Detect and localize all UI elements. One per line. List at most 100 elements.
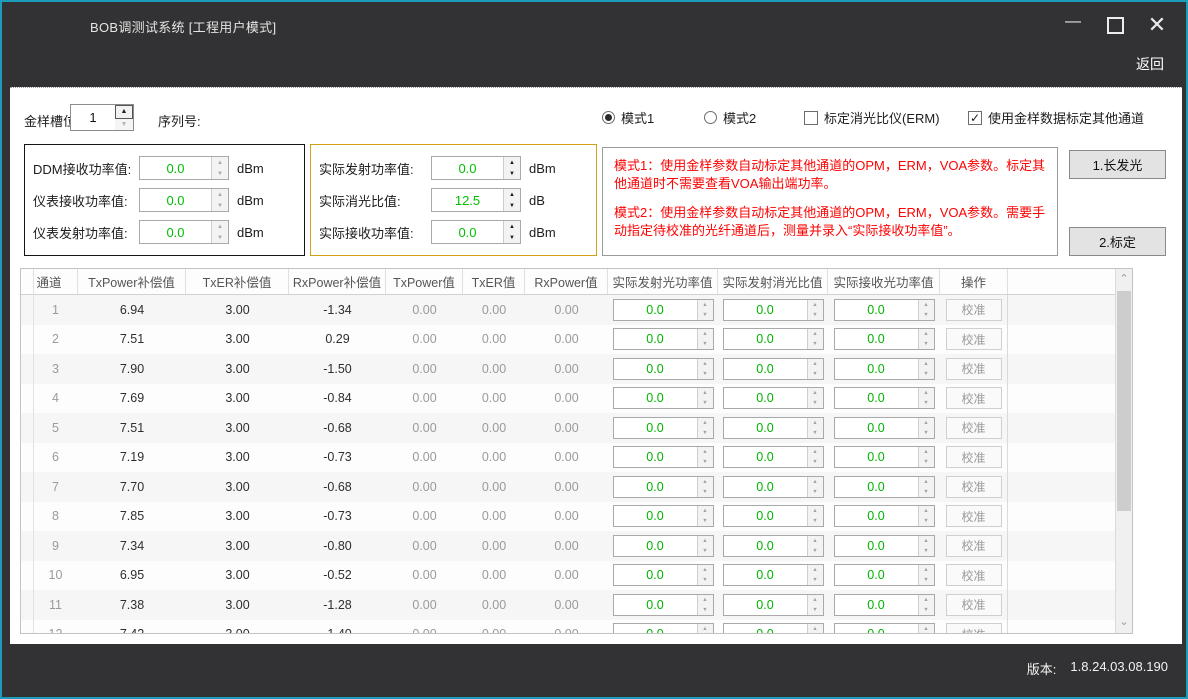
maximize-button[interactable] [1102,12,1128,38]
back-link[interactable]: 返回 [1136,54,1164,74]
minimize-button[interactable]: — [1060,12,1086,38]
actual-er-spinner[interactable]: 0.0▲▼ [723,564,824,586]
row-calibrate-button[interactable]: 校准 [946,505,1002,527]
row-calibrate-button[interactable]: 校准 [946,623,1002,633]
spinner-arrows-icon[interactable]: ▲▼ [918,329,934,349]
spinner-arrows-icon[interactable]: ▲▼ [918,624,934,633]
spinner-arrows-icon[interactable]: ▲▼ [807,477,823,497]
spinner-arrows-icon[interactable]: ▲▼ [697,624,713,633]
actual-tx-power-spinner[interactable]: 0.0▲▼ [613,535,714,557]
table-header-cell[interactable]: 操作 [940,269,1008,294]
spinner-arrows-icon[interactable]: ▲▼ [918,595,934,615]
actual-er-spinner[interactable]: 0.0▲▼ [723,505,824,527]
spinner-arrows-icon[interactable]: ▲▼ [807,447,823,467]
slot-spinner-up-icon[interactable]: ▲ [115,105,133,119]
spinner-arrows-icon[interactable]: ▲▼ [211,189,228,211]
spinner-arrows-icon[interactable]: ▲▼ [918,536,934,556]
actual-tx-power-spinner[interactable]: 0.0▲▼ [613,417,714,439]
table-header-cell[interactable]: RxPower补偿值 [289,269,386,294]
spinner-arrows-icon[interactable]: ▲▼ [697,447,713,467]
actual-rx-power-spinner[interactable]: 0.0▲▼ [834,387,935,409]
long-light-button[interactable]: 1.长发光 [1069,150,1166,179]
erm-calibrate-checkbox[interactable]: 标定消光比仪(ERM) [804,108,940,127]
actual-rx-power-spinner[interactable]: 0.0▲▼ [834,535,935,557]
spinner-arrows-icon[interactable]: ▲▼ [918,418,934,438]
table-header-cell[interactable]: TxPower补偿值 [78,269,186,294]
actual-er-spinner[interactable]: 0.0▲▼ [723,387,824,409]
row-calibrate-button[interactable]: 校准 [946,564,1002,586]
actual-rx-power-spinner[interactable]: 0.0▲▼ [834,564,935,586]
spinner-arrows-icon[interactable]: ▲▼ [807,536,823,556]
meter-tx-power-spinner[interactable]: 0.0 ▲▼ [139,220,229,244]
spinner-arrows-icon[interactable]: ▲▼ [807,595,823,615]
scrollbar-thumb[interactable] [1117,291,1131,511]
spinner-arrows-icon[interactable]: ▲▼ [697,477,713,497]
spinner-arrows-icon[interactable]: ▲▼ [918,565,934,585]
actual-rx-power-spinner[interactable]: 0.0▲▼ [834,328,935,350]
actual-tx-power-spinner[interactable]: 0.0▲▼ [613,594,714,616]
table-header-cell[interactable]: TxER补偿值 [186,269,289,294]
spinner-arrows-icon[interactable]: ▲▼ [697,506,713,526]
actual-tx-power-spinner[interactable]: 0.0▲▼ [613,299,714,321]
table-header-cell[interactable]: TxPower值 [386,269,463,294]
actual-tx-power-spinner[interactable]: 0.0▲▼ [613,623,714,633]
row-calibrate-button[interactable]: 校准 [946,358,1002,380]
spinner-arrows-icon[interactable]: ▲▼ [807,359,823,379]
row-calibrate-button[interactable]: 校准 [946,476,1002,498]
spinner-arrows-icon[interactable]: ▲▼ [697,388,713,408]
spinner-arrows-icon[interactable]: ▲▼ [697,329,713,349]
table-header-cell[interactable]: RxPower值 [525,269,608,294]
actual-er-spinner[interactable]: 0.0▲▼ [723,358,824,380]
spinner-arrows-icon[interactable]: ▲▼ [807,388,823,408]
row-calibrate-button[interactable]: 校准 [946,446,1002,468]
table-header-cell[interactable]: 实际接收光功率值 [828,269,940,294]
spinner-arrows-icon[interactable]: ▲▼ [918,359,934,379]
actual-er-spinner[interactable]: 0.0▲▼ [723,476,824,498]
close-button[interactable]: ✕ [1144,12,1170,38]
spinner-arrows-icon[interactable]: ▲▼ [918,447,934,467]
spinner-arrows-icon[interactable]: ▲▼ [918,506,934,526]
actual-rx-power-spinner[interactable]: 0.0▲▼ [834,446,935,468]
actual-rx-power-spinner[interactable]: 0.0▲▼ [834,358,935,380]
spinner-arrows-icon[interactable]: ▲▼ [697,536,713,556]
spinner-arrows-icon[interactable]: ▲▼ [697,300,713,320]
table-header-cell[interactable]: TxER值 [463,269,525,294]
row-calibrate-button[interactable]: 校准 [946,594,1002,616]
row-calibrate-button[interactable]: 校准 [946,387,1002,409]
spinner-arrows-icon[interactable]: ▲▼ [807,565,823,585]
scroll-up-icon[interactable]: ⌃ [1116,271,1132,288]
actual-rx-power-spinner[interactable]: 0.0 ▲▼ [431,220,521,244]
actual-er-spinner[interactable]: 0.0▲▼ [723,623,824,633]
actual-er-spinner[interactable]: 0.0▲▼ [723,417,824,439]
actual-tx-power-spinner[interactable]: 0.0▲▼ [613,476,714,498]
actual-rx-power-spinner[interactable]: 0.0▲▼ [834,505,935,527]
row-calibrate-button[interactable]: 校准 [946,417,1002,439]
table-scrollbar[interactable]: ⌃ ⌄ [1115,269,1132,633]
scroll-down-icon[interactable]: ⌄ [1116,614,1132,631]
actual-rx-power-spinner[interactable]: 0.0▲▼ [834,476,935,498]
calibrate-button[interactable]: 2.标定 [1069,227,1166,256]
actual-er-spinner[interactable]: 0.0▲▼ [723,535,824,557]
row-calibrate-button[interactable]: 校准 [946,299,1002,321]
spinner-arrows-icon[interactable]: ▲▼ [697,565,713,585]
actual-er-spinner[interactable]: 0.0▲▼ [723,594,824,616]
spinner-arrows-icon[interactable]: ▲▼ [807,329,823,349]
actual-rx-power-spinner[interactable]: 0.0▲▼ [834,594,935,616]
spinner-arrows-icon[interactable]: ▲▼ [503,157,520,179]
spinner-arrows-icon[interactable]: ▲▼ [918,477,934,497]
actual-er-spinner[interactable]: 12.5 ▲▼ [431,188,521,212]
row-calibrate-button[interactable]: 校准 [946,328,1002,350]
gold-slot-spinner[interactable]: 1 ▲ ▼ [70,104,134,131]
actual-tx-power-spinner[interactable]: 0.0▲▼ [613,505,714,527]
table-header-cell[interactable]: 通道 [21,269,78,294]
actual-er-spinner[interactable]: 0.0▲▼ [723,446,824,468]
actual-er-spinner[interactable]: 0.0▲▼ [723,299,824,321]
table-header-cell[interactable]: 实际发射消光比值 [718,269,828,294]
slot-spinner-down-icon[interactable]: ▼ [115,119,133,131]
actual-rx-power-spinner[interactable]: 0.0▲▼ [834,299,935,321]
actual-er-spinner[interactable]: 0.0▲▼ [723,328,824,350]
table-header-cell[interactable]: 实际发射光功率值 [608,269,718,294]
mode1-radio[interactable]: 模式1 [602,108,654,127]
spinner-arrows-icon[interactable]: ▲▼ [807,418,823,438]
row-calibrate-button[interactable]: 校准 [946,535,1002,557]
